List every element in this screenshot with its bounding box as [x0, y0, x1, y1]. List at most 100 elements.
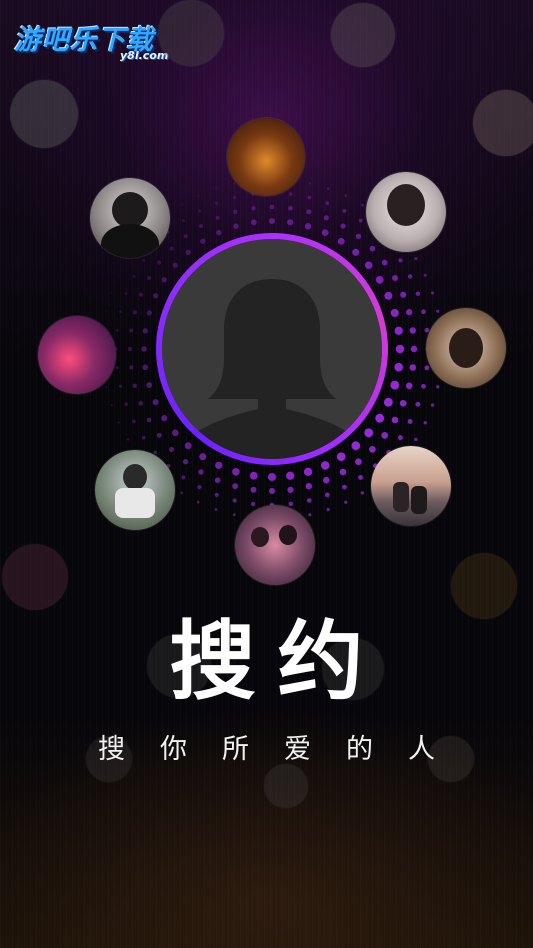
ring-dot	[185, 249, 191, 255]
ring-dot	[409, 364, 417, 371]
ring-dot	[182, 459, 189, 465]
ring-dot	[326, 187, 330, 190]
ring-dot	[249, 471, 258, 480]
ring-dot	[129, 365, 134, 370]
ring-dot	[119, 310, 122, 314]
ring-dot	[232, 468, 240, 476]
ring-dot	[180, 204, 183, 207]
ring-dot	[421, 383, 426, 389]
ring-dot	[141, 346, 147, 352]
ring-dot	[375, 413, 385, 423]
ring-dot	[156, 432, 162, 438]
ring-dot	[138, 401, 144, 406]
profile-photo-2[interactable]	[90, 178, 170, 258]
ring-dot	[214, 187, 217, 190]
ring-dot	[436, 309, 440, 313]
ring-dot	[233, 195, 237, 200]
ring-dot	[369, 245, 376, 252]
ring-dot	[232, 483, 239, 490]
ring-dot	[355, 458, 362, 466]
ring-dot	[351, 441, 361, 451]
ring-dot	[215, 461, 223, 470]
ring-dot	[321, 229, 329, 236]
ring-dot	[303, 467, 313, 477]
ring-dot	[152, 399, 159, 406]
ring-dot	[414, 257, 418, 261]
ring-dot	[233, 182, 236, 185]
ring-dot	[233, 223, 239, 229]
ring-dot	[307, 195, 312, 200]
ring-dot	[269, 218, 275, 224]
ring-dot	[424, 365, 430, 371]
ring-dot	[250, 486, 257, 493]
ring-dot	[146, 417, 152, 423]
ring-dot	[161, 277, 167, 283]
profile-photo-7[interactable]	[371, 446, 451, 526]
ring-dot	[197, 194, 200, 197]
ring-dot	[397, 435, 403, 441]
ring-dot	[364, 428, 374, 438]
ring-dot	[127, 346, 133, 352]
ring-dot	[198, 223, 204, 229]
profile-photo-6[interactable]	[95, 450, 175, 530]
ring-dot	[392, 275, 398, 281]
ring-dot	[320, 461, 330, 470]
ring-dot	[360, 491, 365, 495]
ring-dot	[415, 291, 421, 296]
ring-dot	[361, 203, 364, 207]
ring-dot	[407, 419, 413, 424]
ring-dot	[364, 261, 373, 269]
ring-dot	[110, 403, 113, 407]
profile-photo-3[interactable]	[366, 172, 446, 252]
profile-photo-1[interactable]	[227, 118, 305, 196]
ring-dot	[287, 219, 294, 226]
ring-dot	[289, 192, 293, 196]
ring-dot	[305, 482, 313, 490]
ring-dot	[115, 328, 119, 332]
ring-dot	[153, 293, 159, 299]
ring-dot	[306, 498, 312, 503]
profile-photo-5[interactable]	[426, 308, 506, 388]
ring-dot	[340, 223, 346, 229]
ring-dot	[269, 204, 275, 210]
ring-dot	[146, 382, 153, 389]
default-avatar-icon	[162, 239, 382, 459]
ring-dot	[323, 476, 330, 484]
ring-dot	[199, 453, 207, 461]
ring-dot	[180, 491, 183, 495]
profile-photo-8[interactable]	[235, 505, 315, 585]
ring-dot	[344, 194, 348, 198]
ring-dot	[410, 345, 418, 353]
ring-dot	[304, 222, 312, 230]
ring-dot	[214, 508, 218, 511]
ring-dot	[110, 291, 113, 294]
ring-dot	[169, 446, 175, 452]
ring-dot	[398, 258, 403, 263]
ring-dot	[342, 484, 347, 490]
ring-dot	[198, 469, 204, 475]
ring-dot	[430, 291, 435, 295]
ring-dot	[157, 260, 162, 265]
ring-dot	[430, 403, 435, 407]
ring-dot	[124, 292, 128, 296]
ring-dot	[436, 385, 440, 389]
ring-dot	[118, 384, 123, 388]
ring-dot	[383, 397, 393, 407]
ring-dot	[200, 238, 206, 244]
ring-dot	[132, 310, 137, 315]
ring-dot	[308, 513, 312, 517]
ring-dot	[142, 328, 148, 334]
ring-dot	[105, 385, 108, 388]
ring-dot	[250, 219, 257, 226]
ring-dot	[198, 209, 201, 213]
ring-dot	[324, 492, 330, 498]
ring-dot	[117, 274, 120, 277]
profile-photo-4[interactable]	[38, 316, 116, 394]
ring-dot	[161, 415, 168, 422]
ring-dot	[215, 215, 220, 220]
ring-dot	[251, 205, 256, 211]
ring-dot	[381, 259, 388, 266]
ring-dot	[339, 468, 347, 476]
ring-dot	[267, 472, 277, 482]
profile-photo-9[interactable]	[162, 239, 382, 459]
